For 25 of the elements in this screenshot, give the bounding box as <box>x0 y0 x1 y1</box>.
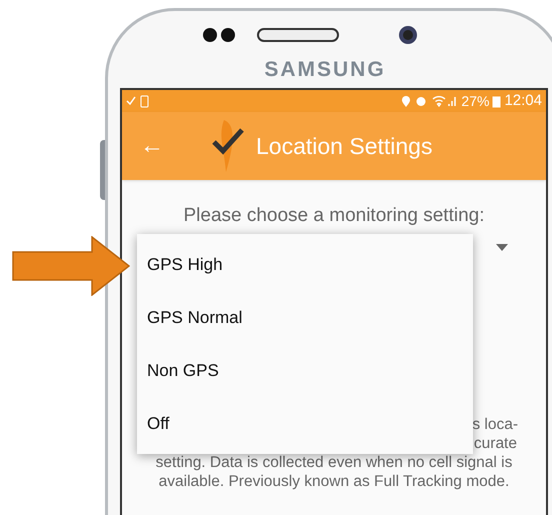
signal-icon <box>448 95 458 107</box>
clock-time: 12:04 <box>504 90 542 111</box>
prompt-text: Please choose a monitoring setting: <box>183 204 484 228</box>
camera-icon <box>399 26 417 44</box>
check-icon <box>126 96 136 106</box>
location-pin-icon <box>401 94 412 108</box>
menu-item[interactable]: GPS High <box>137 244 473 284</box>
speaker-grille-icon <box>257 28 339 42</box>
wifi-icon <box>432 95 446 107</box>
menu-item[interactable]: Non GPS <box>137 350 473 390</box>
battery-icon <box>492 94 502 108</box>
description-text: curate <box>474 434 517 452</box>
brand-logo: SAMSUNG <box>264 57 386 83</box>
menu-item[interactable]: Off <box>137 404 473 444</box>
dropdown-caret-icon <box>496 244 508 251</box>
description-text: s loca- <box>472 414 518 434</box>
screen-title: Location Settings <box>256 132 432 161</box>
description-text: available. Previously known as Full Tracking mode. <box>158 472 510 490</box>
menu-item[interactable]: GPS Normal <box>137 298 473 338</box>
checkmark-logo-icon <box>212 118 244 174</box>
phone-icon <box>140 94 150 108</box>
sensor-icon <box>221 28 235 42</box>
battery-percent: 27% <box>461 92 490 110</box>
sensor-icon <box>203 28 217 42</box>
description-text: setting. Data is collected even when no cell signal is <box>156 452 512 472</box>
